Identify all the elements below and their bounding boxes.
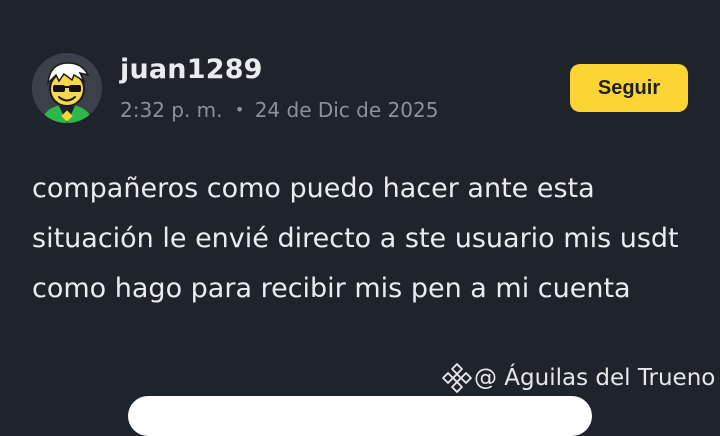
meta-separator: • — [234, 100, 245, 119]
post-body-text: compañeros como puedo hacer ante esta si… — [32, 173, 679, 304]
avatar[interactable] — [32, 53, 102, 123]
author-username[interactable]: juan1289 — [120, 54, 263, 85]
post-time: 2:32 p. m. — [120, 98, 223, 122]
binance-logo-icon — [442, 363, 472, 393]
bottom-action-bar[interactable] — [128, 396, 592, 436]
sunglasses-smiley-avatar-icon — [32, 53, 102, 123]
post-meta: 2:32 p. m. • 24 de Dic de 2025 — [120, 98, 438, 122]
post-card: juan1289 2:32 p. m. • 24 de Dic de 2025 … — [0, 0, 720, 436]
watermark-handle: @ Águilas del Trueno — [474, 365, 716, 391]
post-date: 24 de Dic de 2025 — [254, 98, 439, 122]
watermark: @ Águilas del Trueno — [442, 363, 715, 393]
follow-button[interactable]: Seguir — [570, 64, 688, 112]
